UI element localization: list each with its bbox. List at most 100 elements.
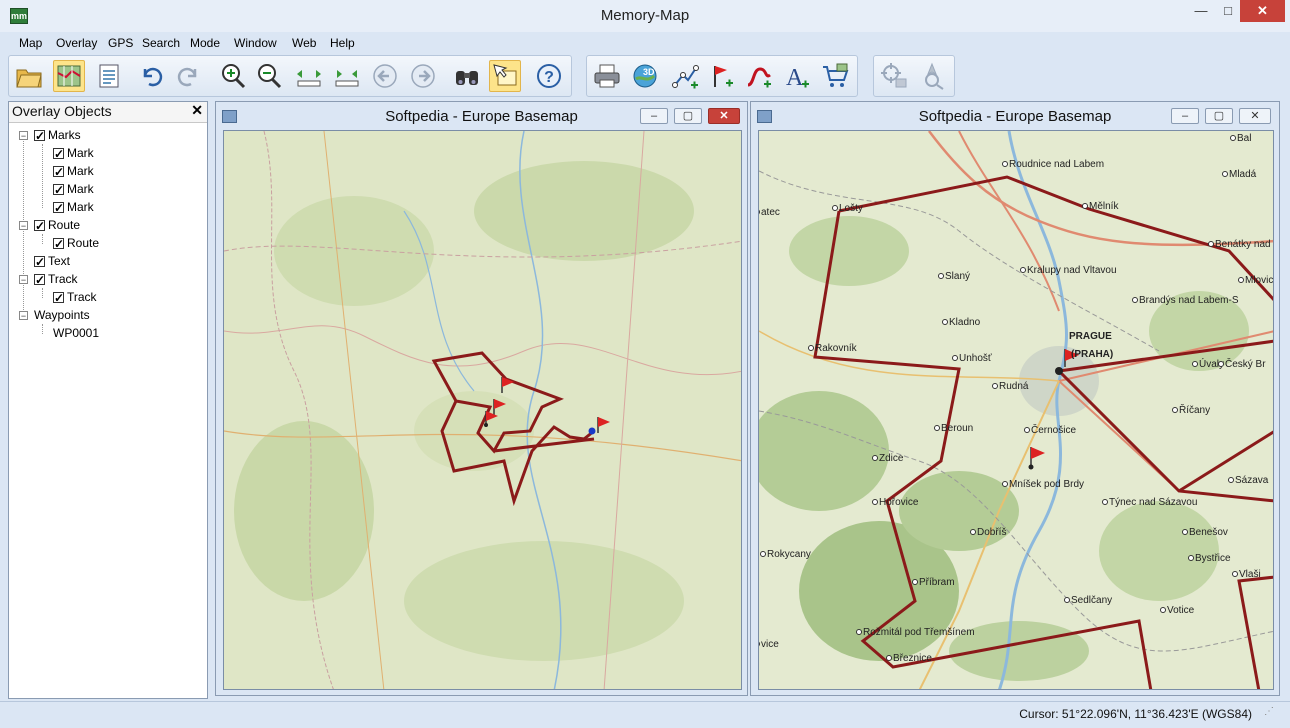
menu-gps[interactable]: GPS bbox=[108, 36, 133, 50]
overlay-objects-panel: Overlay Objects ✕ − Marks Mark Mark Mark… bbox=[8, 101, 208, 699]
tree-leaf-mark[interactable]: Mark bbox=[53, 198, 94, 217]
checkbox[interactable] bbox=[53, 235, 64, 253]
tree-label: Text bbox=[48, 254, 71, 268]
new-route-icon[interactable] bbox=[669, 60, 701, 92]
close-button[interactable]: ✕ bbox=[1239, 108, 1271, 124]
checkbox[interactable] bbox=[34, 271, 45, 289]
place-dot-icon bbox=[1160, 607, 1166, 613]
menu-mode[interactable]: Mode bbox=[190, 36, 220, 50]
forward-icon[interactable] bbox=[407, 60, 439, 92]
checkbox[interactable] bbox=[53, 181, 64, 199]
menu-help[interactable]: Help bbox=[330, 36, 355, 50]
tree-leaf-mark[interactable]: Mark bbox=[53, 180, 94, 199]
map-canvas-detail[interactable]: Roudnice nad Labem Mělník Lošty Benátky nad… bbox=[758, 130, 1274, 690]
checkbox[interactable] bbox=[34, 127, 45, 145]
place-label: Rokycany bbox=[767, 549, 811, 560]
tree-label: Mark bbox=[67, 146, 94, 160]
place-dot-icon bbox=[1064, 597, 1070, 603]
collapse-icon[interactable]: − bbox=[19, 311, 28, 321]
tree-label: Marks bbox=[48, 128, 81, 142]
place-label: Mělník bbox=[1089, 201, 1119, 212]
undo-icon[interactable] bbox=[135, 60, 167, 92]
place-dot-icon bbox=[1188, 555, 1194, 561]
minimize-button[interactable]: – bbox=[640, 108, 668, 124]
checkbox[interactable] bbox=[53, 163, 64, 181]
place-label: Bystřice bbox=[1195, 553, 1231, 564]
gps-navigate-icon[interactable] bbox=[916, 60, 948, 92]
menu-search[interactable]: Search bbox=[142, 36, 180, 50]
tree-leaf-mark[interactable]: Mark bbox=[53, 144, 94, 163]
tree-leaf-waypoint[interactable]: WP0001 bbox=[53, 324, 99, 342]
shop-cart-icon[interactable] bbox=[819, 60, 851, 92]
lock-position-icon[interactable] bbox=[878, 60, 910, 92]
new-text-icon[interactable]: A bbox=[781, 60, 813, 92]
binoculars-icon[interactable] bbox=[451, 60, 483, 92]
close-button[interactable]: ✕ bbox=[708, 108, 740, 124]
print-icon[interactable] bbox=[591, 60, 623, 92]
map-window-title: Softpedia - Europe Basemap bbox=[918, 108, 1112, 125]
place-label: Roudnice nad Labem bbox=[1009, 159, 1104, 170]
redo-icon[interactable] bbox=[173, 60, 205, 92]
restore-button[interactable]: ▢ bbox=[674, 108, 702, 124]
map-window-titlebar[interactable]: Softpedia - Europe Basemap – ▢ ✕ bbox=[216, 102, 747, 130]
tree-guide bbox=[42, 288, 43, 298]
menu-overlay[interactable]: Overlay bbox=[56, 36, 97, 50]
status-bar: Cursor: 51°22.096'N, 11°36.423'E (WGS84)… bbox=[0, 701, 1290, 728]
map-canvas-overview[interactable] bbox=[223, 130, 742, 690]
resize-grip-icon[interactable]: ⋰ bbox=[1264, 706, 1286, 724]
menu-web[interactable]: Web bbox=[292, 36, 316, 50]
tree-node-text[interactable]: Text bbox=[34, 252, 71, 271]
place-label: Týnec nad Sázavou bbox=[1109, 497, 1197, 508]
help-icon[interactable]: ? bbox=[533, 60, 565, 92]
select-pointer-icon[interactable] bbox=[489, 60, 521, 92]
place-label: Sázava bbox=[1235, 475, 1269, 486]
scale-up-icon[interactable] bbox=[293, 60, 325, 92]
close-icon[interactable]: ✕ bbox=[191, 102, 203, 119]
checkbox[interactable] bbox=[34, 217, 45, 235]
close-button[interactable]: ✕ bbox=[1240, 0, 1285, 22]
place-dot-icon bbox=[1172, 407, 1178, 413]
place-dot-icon bbox=[1002, 161, 1008, 167]
collapse-icon[interactable]: − bbox=[19, 131, 28, 141]
zoom-in-icon[interactable] bbox=[217, 60, 249, 92]
zoom-out-icon[interactable] bbox=[253, 60, 285, 92]
place-label: Lošty bbox=[839, 203, 863, 214]
menu-map[interactable]: Map bbox=[19, 36, 42, 50]
collapse-icon[interactable]: − bbox=[19, 221, 28, 231]
map-view-icon[interactable] bbox=[53, 60, 85, 92]
place-label: Rakovník bbox=[815, 343, 858, 354]
svg-text:?: ? bbox=[544, 69, 554, 86]
overlay-list-icon[interactable] bbox=[93, 60, 125, 92]
place-dot-icon bbox=[1024, 427, 1030, 433]
checkbox[interactable] bbox=[53, 289, 64, 307]
open-folder-icon[interactable] bbox=[13, 60, 45, 92]
place-label: Příbram bbox=[919, 577, 955, 588]
map-window-titlebar[interactable]: Softpedia - Europe Basemap – ▢ ✕ bbox=[751, 102, 1279, 130]
tree-label: Track bbox=[48, 272, 78, 286]
place-label: Český Br bbox=[1225, 357, 1266, 370]
tree-leaf-mark[interactable]: Mark bbox=[53, 162, 94, 181]
tree-leaf-track[interactable]: Track bbox=[53, 288, 97, 307]
place-dot-icon bbox=[1082, 203, 1088, 209]
new-track-icon[interactable] bbox=[743, 60, 775, 92]
tree-guide bbox=[42, 324, 43, 334]
3d-view-icon[interactable]: 3D bbox=[629, 60, 661, 92]
place-label: Bal bbox=[1237, 133, 1251, 144]
new-mark-icon[interactable] bbox=[705, 60, 737, 92]
minimize-button[interactable]: — bbox=[1186, 0, 1216, 22]
place-dot-icon bbox=[952, 355, 958, 361]
minimize-button[interactable]: – bbox=[1171, 108, 1199, 124]
place-dot-icon bbox=[808, 345, 814, 351]
tree-leaf-route[interactable]: Route bbox=[53, 234, 99, 253]
restore-button[interactable]: ▢ bbox=[1205, 108, 1233, 124]
maximize-button[interactable]: □ bbox=[1214, 0, 1242, 22]
place-label: Hořovice bbox=[879, 497, 919, 508]
back-icon[interactable] bbox=[369, 60, 401, 92]
checkbox[interactable] bbox=[53, 199, 64, 217]
checkbox[interactable] bbox=[53, 145, 64, 163]
collapse-icon[interactable]: − bbox=[19, 275, 28, 285]
menu-window[interactable]: Window bbox=[234, 36, 277, 50]
place-dot-icon bbox=[992, 383, 998, 389]
checkbox[interactable] bbox=[34, 253, 45, 271]
scale-down-icon[interactable] bbox=[331, 60, 363, 92]
